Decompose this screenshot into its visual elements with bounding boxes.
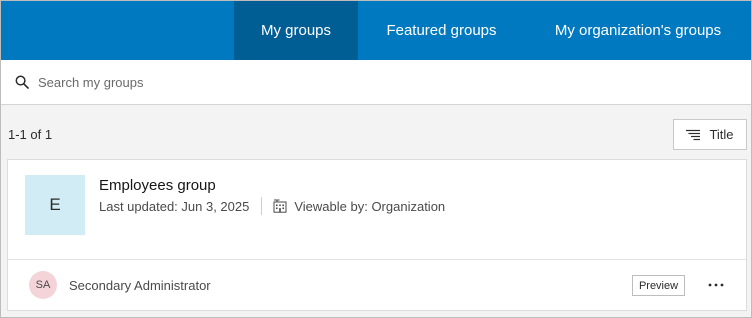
group-card-header: E Employees group Last updated: Jun 3, 2…: [8, 160, 746, 260]
groups-page: My groups Featured groups My organizatio…: [0, 0, 752, 318]
thumbnail-letter: E: [49, 195, 61, 214]
sort-lines-icon: [686, 129, 701, 140]
search-icon: [15, 75, 29, 89]
sort-button[interactable]: Title: [673, 119, 747, 150]
results-toolbar: 1-1 of 1 Title: [1, 105, 751, 158]
groups-tab-bar: My groups Featured groups My organizatio…: [1, 1, 751, 60]
group-meta: Last updated: Jun 3, 2025 Viewable by: O…: [99, 197, 445, 215]
results-count: 1-1 of 1: [8, 127, 53, 142]
tab-organization-groups[interactable]: My organization's groups: [525, 1, 751, 60]
more-options-button[interactable]: [705, 274, 727, 296]
search-bar: [1, 60, 751, 105]
group-thumbnail[interactable]: E: [25, 175, 85, 235]
viewable-by: Viewable by: Organization: [294, 198, 446, 214]
group-title[interactable]: Employees group: [99, 177, 216, 194]
group-card: E Employees group Last updated: Jun 3, 2…: [7, 159, 747, 311]
group-card-footer: SA Secondary Administrator Preview: [8, 260, 746, 310]
sort-label: Title: [709, 127, 734, 142]
owner-name: Secondary Administrator: [69, 278, 211, 293]
meta-divider: [261, 197, 263, 215]
tab-my-groups[interactable]: My groups: [234, 1, 358, 60]
tab-featured-groups[interactable]: Featured groups: [358, 1, 525, 60]
preview-label: Preview: [638, 279, 679, 292]
search-input[interactable]: [38, 74, 538, 90]
organization-building-icon: [273, 199, 287, 213]
avatar[interactable]: SA: [29, 271, 57, 299]
avatar-initials: SA: [35, 279, 51, 291]
last-updated: Last updated: Jun 3, 2025: [99, 198, 250, 214]
ellipsis-icon: [708, 283, 724, 287]
preview-button[interactable]: Preview: [632, 275, 685, 296]
